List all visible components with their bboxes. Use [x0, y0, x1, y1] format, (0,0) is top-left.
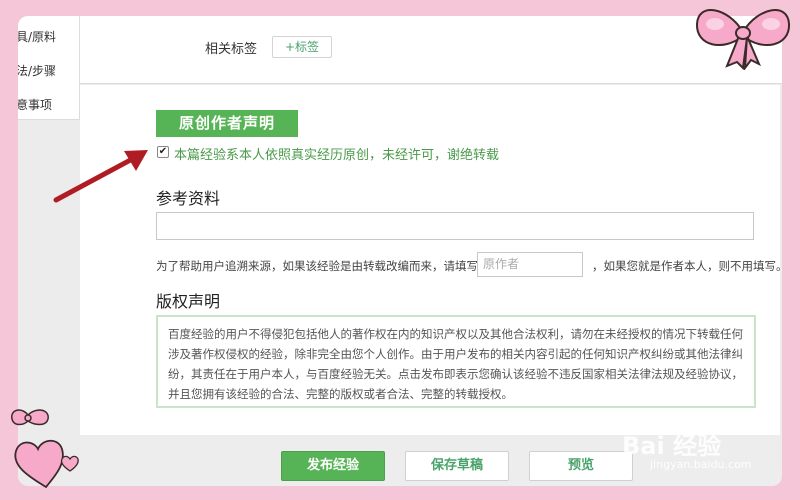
- copyright-notice: 百度经验的用户不得侵犯包括他人的著作权在内的知识产权以及其他合法权利，请勿在未经…: [156, 315, 756, 408]
- nav-item-notes[interactable]: 注意事项: [18, 92, 80, 118]
- watermark-brand: Bai 经验: [622, 432, 722, 460]
- watermark-url: jingyan.baidu.com: [650, 458, 752, 471]
- nav-item-tools[interactable]: 工具/原料: [18, 24, 80, 50]
- tag-label: 相关标签: [205, 42, 258, 57]
- references-hint-before: 为了帮助用户追溯来源，如果该经验是由转载改编而来，请填写: [156, 259, 478, 273]
- app-window: 工具/原料 方法/步骤 注意事项 相关标签 +标签 原创作者声明 ✔ 本篇经验系…: [18, 16, 782, 486]
- original-declaration-label[interactable]: 本篇经验系本人依照真实经历原创，未经许可，谢绝转载: [174, 144, 499, 163]
- publish-button[interactable]: 发布经验: [281, 451, 385, 481]
- annotation-arrow-icon: [53, 150, 148, 203]
- references-title: 参考资料: [156, 189, 221, 208]
- tag-section: 相关标签 +标签: [80, 16, 782, 84]
- left-nav: 工具/原料 方法/步骤 注意事项: [18, 16, 80, 120]
- original-author-badge: 原创作者声明: [156, 110, 298, 137]
- main-form: 原创作者声明 ✔ 本篇经验系本人依照真实经历原创，未经许可，谢绝转载 参考资料 …: [80, 85, 782, 435]
- bow-hearts-icon: [11, 409, 79, 489]
- copyright-title: 版权声明: [156, 292, 221, 311]
- save-draft-button[interactable]: 保存草稿: [405, 451, 509, 481]
- baidu-jingyan-watermark: Bai 经验 jingyan.baidu.com: [610, 426, 780, 472]
- nav-item-steps[interactable]: 方法/步骤: [18, 58, 80, 84]
- references-textarea[interactable]: [156, 212, 754, 240]
- pink-bow-icon: [695, 9, 791, 70]
- original-author-input[interactable]: 原作者: [477, 252, 583, 277]
- add-tag-button[interactable]: +标签: [272, 36, 332, 58]
- references-hint-after: ，如果您就是作者本人，则不用填写。: [592, 259, 782, 273]
